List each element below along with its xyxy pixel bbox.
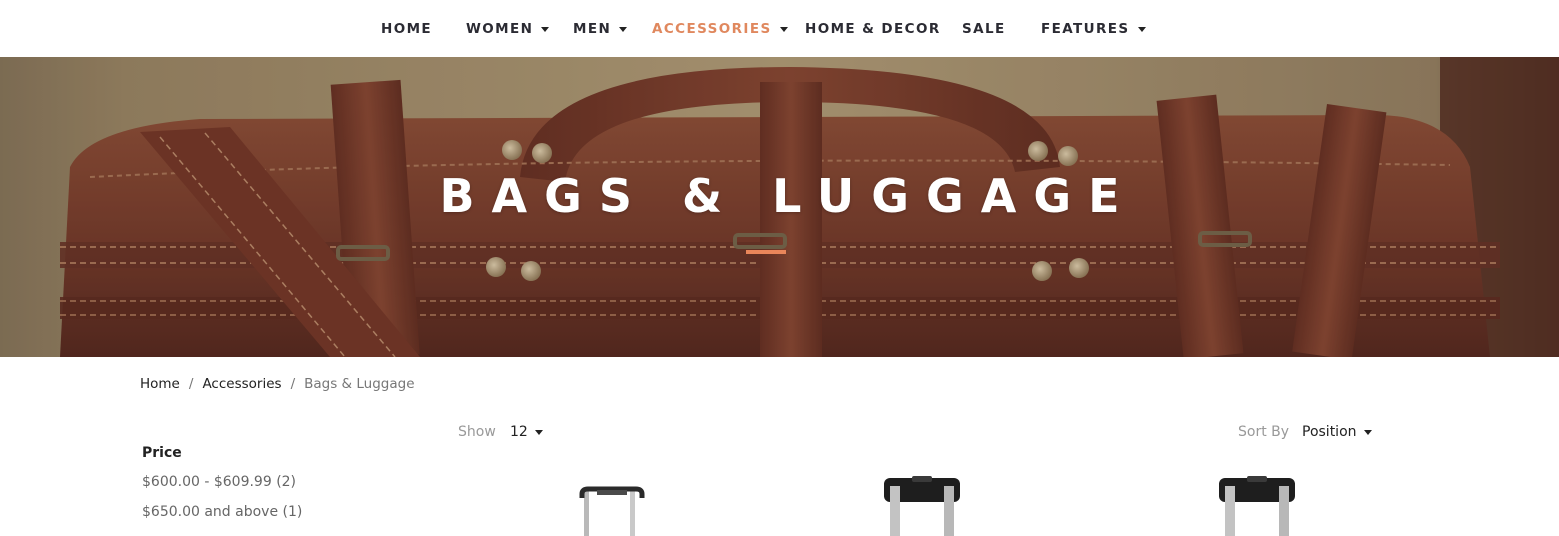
nav-item-accessories[interactable]: ACCESSORIES xyxy=(652,20,788,38)
breadcrumb: Home / Accessories / Bags & Luggage xyxy=(140,376,415,392)
breadcrumb-separator: / xyxy=(290,376,296,392)
price-filter-title: Price xyxy=(142,445,182,461)
main-navigation: HOME WOMEN MEN ACCESSORIES HOME & DECOR … xyxy=(0,0,1559,57)
nav-item-home-decor[interactable]: HOME & DECOR xyxy=(805,20,941,38)
nav-item-women[interactable]: WOMEN xyxy=(466,20,550,38)
caret-down-icon xyxy=(534,429,543,435)
caret-down-icon xyxy=(619,26,628,32)
limiter-value: 12 xyxy=(510,424,528,440)
title-underline xyxy=(746,250,786,254)
nav-item-men[interactable]: MEN xyxy=(573,20,628,38)
price-filter-option[interactable]: $600.00 - $609.99 (2) xyxy=(142,474,296,490)
nav-item-sale[interactable]: SALE xyxy=(962,20,1006,38)
breadcrumb-accessories[interactable]: Accessories xyxy=(202,376,281,392)
nav-item-label: FEATURES xyxy=(1041,21,1130,37)
limiter-select[interactable]: 12 xyxy=(510,424,543,440)
product-image[interactable] xyxy=(862,470,982,536)
nav-item-label: MEN xyxy=(573,21,612,37)
caret-down-icon xyxy=(1137,26,1146,32)
breadcrumb-separator: / xyxy=(188,376,194,392)
caret-down-icon xyxy=(541,26,550,32)
product-image[interactable] xyxy=(552,470,672,536)
sort-by-label: Sort By xyxy=(1238,424,1290,440)
nav-item-label: WOMEN xyxy=(466,21,534,37)
breadcrumb-current: Bags & Luggage xyxy=(304,376,415,392)
nav-item-home[interactable]: HOME xyxy=(381,20,432,38)
sort-by-value: Position xyxy=(1302,424,1357,440)
breadcrumb-home[interactable]: Home xyxy=(140,376,180,392)
rolling-suitcase-icon xyxy=(579,486,645,536)
category-hero-banner: BAGS & LUGGAGE xyxy=(0,57,1559,357)
nav-item-label: HOME & DECOR xyxy=(805,21,941,37)
category-title: BAGS & LUGGAGE xyxy=(439,169,1137,223)
nav-item-label: SALE xyxy=(962,21,1006,37)
show-label: Show xyxy=(458,424,496,440)
price-filter-option[interactable]: $650.00 and above (1) xyxy=(142,504,302,520)
nav-item-label: ACCESSORIES xyxy=(652,21,772,37)
product-image[interactable] xyxy=(1197,470,1317,536)
caret-down-icon xyxy=(779,26,788,32)
nav-item-features[interactable]: FEATURES xyxy=(1041,20,1146,38)
caret-down-icon xyxy=(1363,429,1372,435)
sort-by-select[interactable]: Position xyxy=(1302,424,1372,440)
rolling-suitcase-icon xyxy=(884,476,960,536)
nav-item-label: HOME xyxy=(381,21,433,37)
rolling-suitcase-icon xyxy=(1219,476,1295,536)
